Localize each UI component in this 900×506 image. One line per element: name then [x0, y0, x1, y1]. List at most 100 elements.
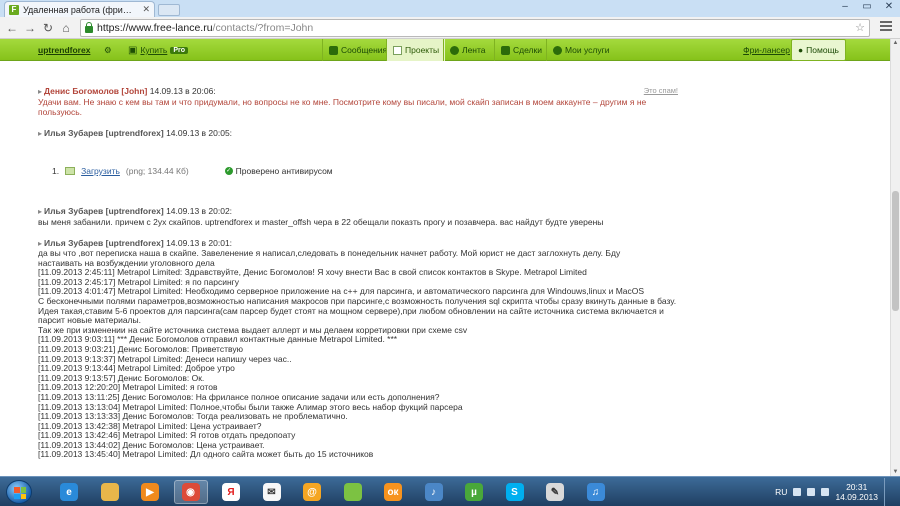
freelancer-link[interactable]: Фри-лансер [743, 39, 790, 61]
mail-agent-icon: @ [303, 483, 321, 501]
taskbar-app-button[interactable] [336, 480, 370, 504]
yandex-icon: Я [222, 483, 240, 501]
tab-feed[interactable]: Лента [443, 39, 492, 61]
message-header: ▸ Денис Богомолов [John] 14.09.13 в 20:06… [38, 86, 678, 97]
taskbar-app-button[interactable]: ▶ [133, 480, 167, 504]
start-button[interactable] [6, 480, 32, 504]
site-favicon-icon: F [9, 4, 19, 15]
projects-icon [393, 45, 402, 55]
tab-projects[interactable]: Проекты [386, 39, 446, 61]
message-item: ▸ Илья Зубарев [uptrendforex] 14.09.13 в … [38, 238, 678, 460]
expand-arrow-icon[interactable]: ▸ [38, 87, 42, 96]
taskbar-app-button[interactable] [93, 480, 127, 504]
feed-icon [450, 45, 459, 55]
taskbar-app-button[interactable]: e [52, 480, 86, 504]
volume-icon[interactable] [821, 488, 830, 496]
message-author[interactable]: Денис Богомолов [John] [44, 86, 147, 96]
language-indicator[interactable]: RU [775, 487, 787, 497]
taskbar-app-button[interactable]: ◉ [173, 480, 208, 504]
back-icon[interactable]: ← [4, 20, 20, 36]
close-window-icon[interactable]: ✕ [880, 1, 898, 12]
browser-toolbar: ← → ↻ ⌂ https://www.free-lance.ru/contac… [0, 17, 900, 39]
odnoklassniki-icon: ок [384, 483, 402, 501]
maximize-icon[interactable]: ▭ [858, 1, 876, 12]
taskbar-app-button[interactable]: ✎ [538, 480, 572, 504]
taskbar-app-button[interactable]: ок [376, 480, 410, 504]
windows-logo-icon [14, 487, 26, 499]
attachment-row: 1. Загрузить (png; 134.44 Кб) ✓ Проверен… [52, 166, 333, 176]
tab-deals[interactable]: Сделки [494, 39, 548, 61]
message-body: вы меня забанили. причем с 2ух скайпов. … [38, 217, 604, 227]
username-link[interactable]: uptrendforex [38, 39, 90, 61]
download-link[interactable]: Загрузить [81, 166, 120, 176]
windows-taskbar: RU 20:31 14.09.2013 e ▶ ◉ Я ✉ @ ок ♪ µ S ✎ ♫ [0, 476, 900, 506]
scrollbar-thumb[interactable] [892, 191, 899, 311]
message-author[interactable]: Илья Зубарев [uptrendforex] [44, 206, 164, 216]
message-author[interactable]: Илья Зубарев [uptrendforex] [44, 238, 164, 248]
bookmark-star-icon[interactable]: ☆ [855, 21, 865, 34]
taskbar-app-button[interactable]: µ [457, 480, 491, 504]
taskbar-app-button[interactable]: Я [214, 480, 248, 504]
taskbar-app-button[interactable]: @ [295, 480, 329, 504]
browser-tab[interactable]: F Удаленная работа (фри… ✕ [4, 1, 155, 17]
tab-projects-label: Проекты [405, 45, 440, 55]
report-spam-link[interactable]: Это спам! [644, 86, 678, 96]
attachment-index: 1. [52, 166, 60, 176]
minimize-icon[interactable]: – [836, 1, 854, 12]
taskbar-app-button[interactable]: S [498, 480, 532, 504]
expand-arrow-icon[interactable]: ▸ [38, 207, 42, 216]
tab-messages-label: Сообщения [341, 45, 388, 55]
check-icon: ✓ [224, 167, 233, 175]
expand-arrow-icon[interactable]: ▸ [38, 239, 42, 248]
image-file-icon [65, 167, 76, 175]
expand-arrow-icon[interactable]: ▸ [38, 129, 42, 138]
page-scrollbar[interactable]: ▲ ▼ [890, 39, 900, 476]
media-player-icon: ▶ [141, 483, 159, 501]
forward-icon[interactable]: → [22, 20, 38, 36]
settings-gear-icon[interactable]: ⚙ [104, 39, 112, 61]
reload-icon[interactable]: ↻ [40, 20, 56, 36]
tray-expand-icon[interactable] [793, 488, 802, 496]
taskbar-app-button[interactable]: ✉ [255, 480, 289, 504]
game-icon [343, 483, 362, 501]
message-body: Удачи вам. Не знаю с кем вы там и что пр… [38, 97, 647, 117]
message-date: 14.09.13 в 20:06: [149, 86, 216, 96]
address-bar[interactable]: https://www.free-lance.ru/contacts/?from… [80, 19, 870, 37]
transcript-line: [11.09.2013 13:45:40] Metrapol Limited: … [38, 449, 374, 460]
message-item: ▸ Илья Зубарев [uptrendforex] 14.09.13 в … [38, 206, 678, 227]
deals-icon [501, 45, 510, 55]
message-body: да вы что ,вот переписка наша в скайпе. … [38, 248, 678, 460]
sound-icon: ♪ [424, 483, 443, 501]
browser-menu-icon[interactable] [880, 21, 892, 33]
scroll-up-icon[interactable]: ▲ [892, 40, 899, 46]
tab-messages[interactable]: Сообщения [322, 39, 393, 61]
url-text[interactable]: https://www.free-lance.ru/contacts/?from… [97, 22, 313, 34]
help-icon: ● [798, 45, 804, 55]
new-tab-button[interactable] [158, 4, 180, 16]
mail-icon: ✉ [262, 483, 281, 501]
utorrent-icon: µ [465, 483, 483, 501]
scroll-down-icon[interactable]: ▼ [892, 469, 899, 475]
services-icon [553, 45, 562, 55]
tab-title: Удаленная работа (фри… [23, 4, 132, 15]
tab-my-services[interactable]: Мои услуги [546, 39, 615, 61]
show-desktop-button[interactable] [884, 478, 894, 506]
message-item: ▸ Денис Богомолов [John] 14.09.13 в 20:06… [38, 86, 678, 117]
buy-pro-link[interactable]: ▣ Купить Pro [128, 39, 188, 61]
tab-my-services-label: Мои услуги [565, 45, 610, 55]
clock-time: 20:31 [846, 482, 868, 492]
site-top-menu: uptrendforex ⚙ ▣ Купить Pro Сообщения Пр… [0, 39, 890, 61]
message-author[interactable]: Илья Зубарев [uptrendforex] [44, 128, 164, 138]
home-icon[interactable]: ⌂ [58, 20, 74, 36]
clock-date: 14.09.2013 [835, 492, 878, 502]
messages-icon [329, 45, 338, 55]
taskbar-app-button[interactable]: ♫ [579, 480, 613, 504]
clock[interactable]: 20:31 14.09.2013 [835, 482, 878, 502]
help-button[interactable]: ● Помощь [791, 39, 846, 61]
taskbar-app-button[interactable]: ♪ [417, 480, 451, 504]
tab-close-icon[interactable]: ✕ [142, 4, 150, 15]
itunes-icon: ♫ [586, 483, 605, 501]
attachment-size: (png; 134.44 Кб) [125, 166, 189, 176]
buy-label: Купить [140, 45, 168, 55]
network-icon[interactable] [807, 488, 816, 496]
